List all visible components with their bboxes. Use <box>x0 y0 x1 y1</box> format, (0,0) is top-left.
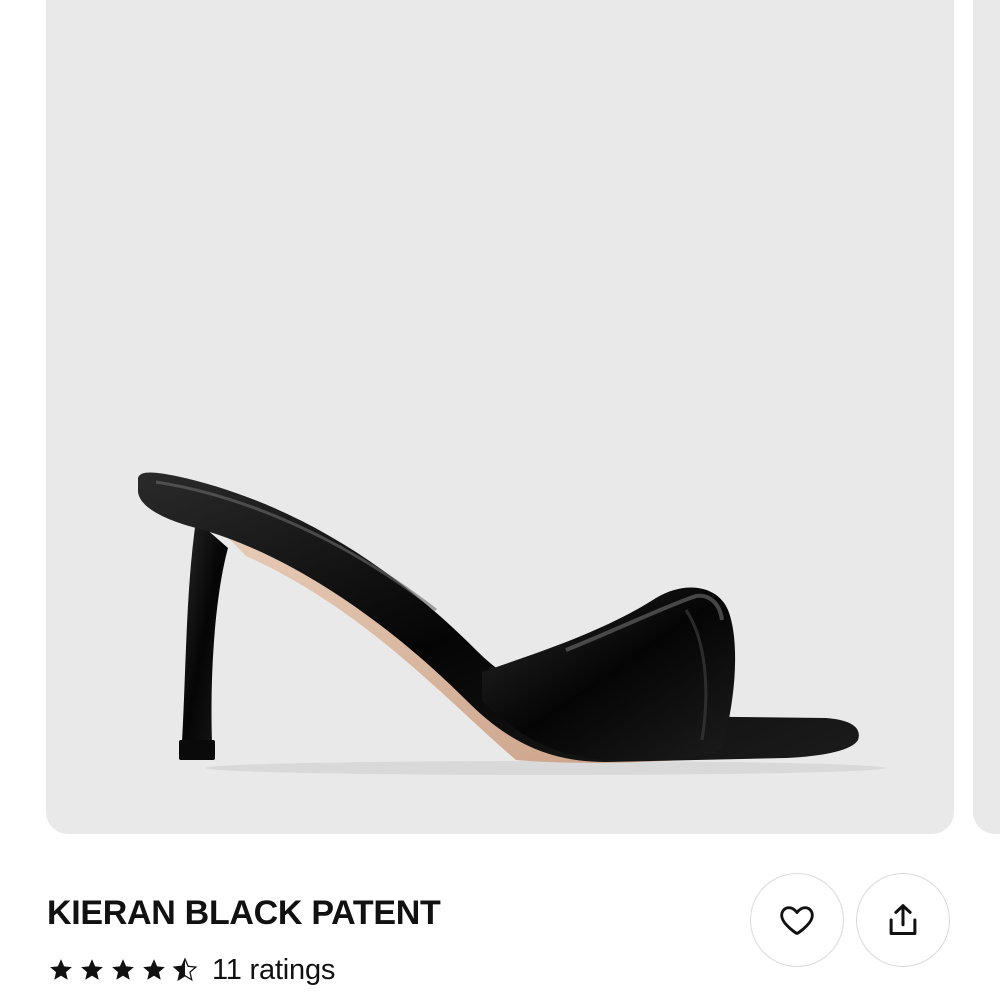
star-full-icon <box>79 957 105 983</box>
star-full-icon <box>110 957 136 983</box>
share-icon <box>889 904 917 935</box>
product-title: KIERAN BLACK PATENT <box>47 894 441 932</box>
product-image-card[interactable] <box>46 0 954 834</box>
star-full-icon <box>48 957 74 983</box>
star-half-icon <box>172 957 198 983</box>
next-image-card-edge[interactable] <box>973 0 1000 834</box>
favorite-button[interactable] <box>750 873 844 967</box>
product-rating[interactable]: 11 ratings <box>48 950 335 990</box>
heart-icon <box>780 906 814 935</box>
product-page: KIERAN BLACK PATENT 11 ratings <box>0 0 1000 1000</box>
star-full-icon <box>141 957 167 983</box>
rating-stars <box>48 957 198 983</box>
rating-count: 11 ratings <box>212 953 336 986</box>
share-button[interactable] <box>856 873 950 967</box>
product-image <box>138 472 886 775</box>
